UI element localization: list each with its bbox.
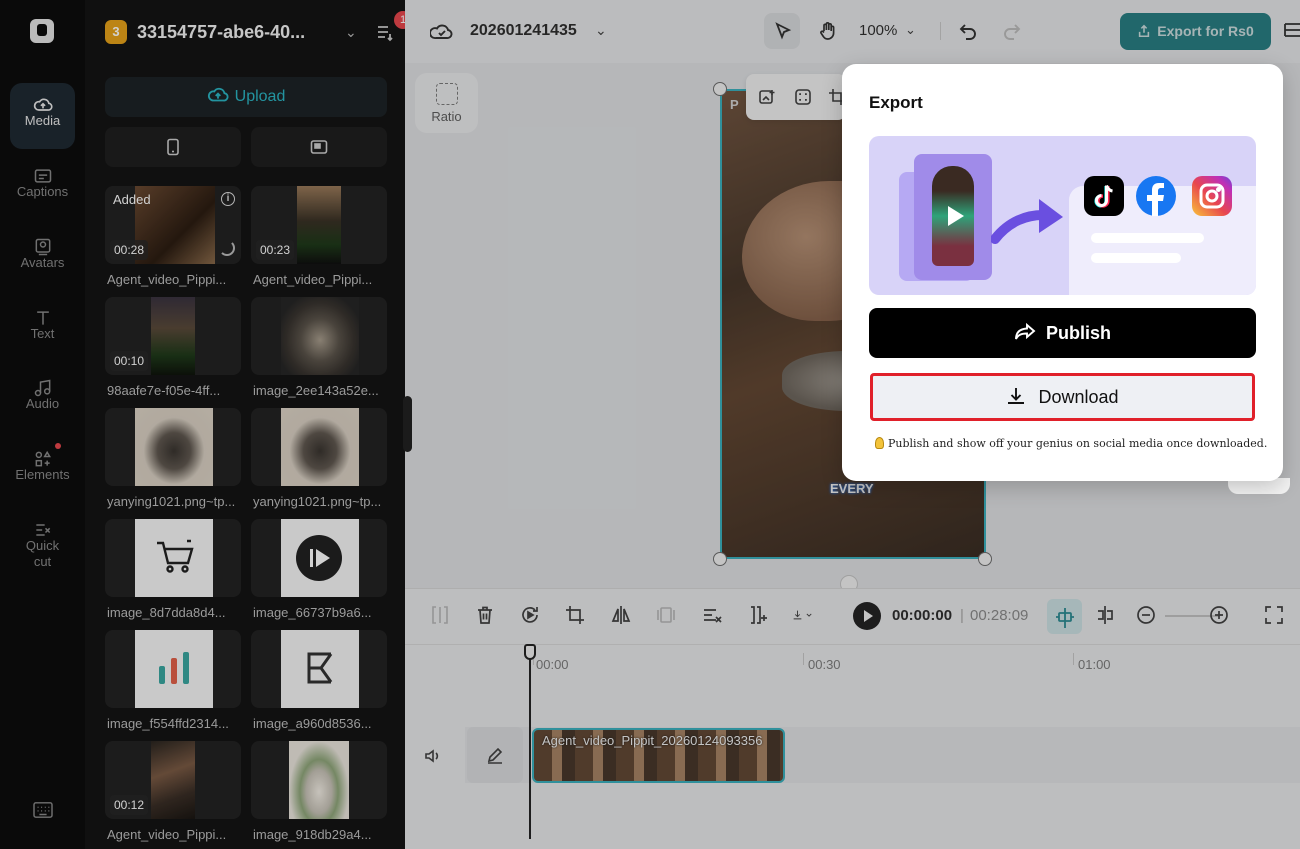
- share-arrow-icon: [1015, 322, 1036, 340]
- modal-title: Export: [869, 93, 923, 112]
- facebook-icon: [1136, 176, 1176, 216]
- download-icon: [1008, 388, 1025, 404]
- instagram-icon: [1192, 176, 1232, 216]
- play-icon: [948, 206, 964, 226]
- panel-collapse-handle[interactable]: [403, 396, 412, 452]
- download-button[interactable]: Download: [870, 373, 1255, 421]
- panel-dim-overlay: [0, 0, 405, 849]
- promo-line: [1091, 253, 1181, 263]
- download-label: Download: [1038, 387, 1119, 407]
- publish-hint: Publish and show off your genius on soci…: [875, 437, 1267, 450]
- export-modal: Export Publish Download Publish and show…: [842, 64, 1283, 481]
- tiktok-icon: [1084, 176, 1124, 216]
- hint-text: Publish and show off your genius on soci…: [888, 437, 1268, 450]
- promo-line: [1091, 233, 1204, 243]
- arrow-icon: [991, 199, 1063, 244]
- social-promo-illustration: [869, 136, 1256, 295]
- publish-label: Publish: [1045, 323, 1111, 343]
- lightbulb-icon: [875, 437, 884, 449]
- publish-button[interactable]: Publish: [869, 308, 1256, 358]
